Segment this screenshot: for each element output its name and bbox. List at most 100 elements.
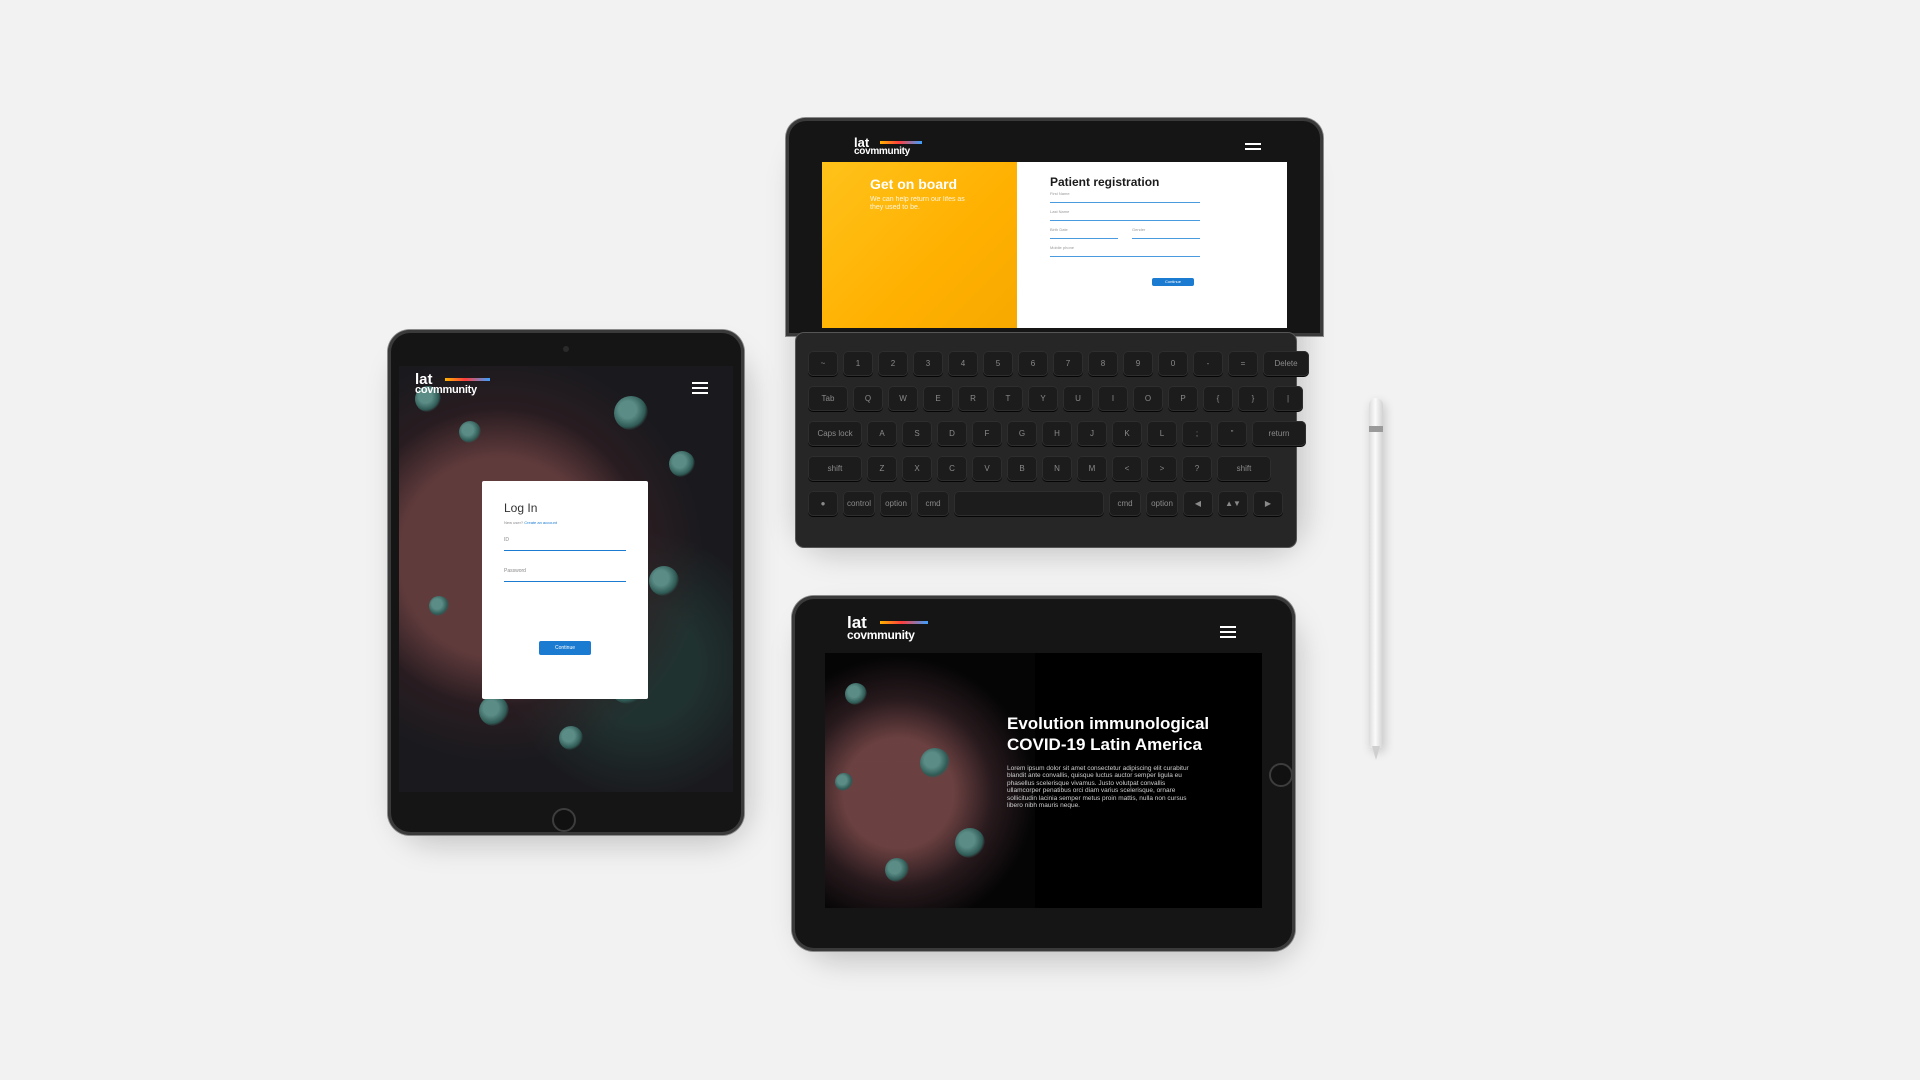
key[interactable]: L: [1147, 421, 1177, 446]
key[interactable]: T: [993, 386, 1023, 411]
hamburger-menu-icon[interactable]: [1245, 143, 1261, 153]
key[interactable]: shift: [1217, 456, 1271, 481]
key[interactable]: W: [888, 386, 918, 411]
key[interactable]: }: [1238, 386, 1268, 411]
key[interactable]: N: [1042, 456, 1072, 481]
key[interactable]: F: [972, 421, 1002, 446]
key[interactable]: Delete: [1263, 351, 1309, 376]
first-name-input[interactable]: First Name: [1050, 190, 1200, 203]
key[interactable]: Tab: [808, 386, 848, 411]
panel-heading: Get on board: [870, 176, 958, 192]
key[interactable]: 9: [1123, 351, 1153, 376]
key[interactable]: P: [1168, 386, 1198, 411]
key[interactable]: ": [1217, 421, 1247, 446]
key[interactable]: |: [1273, 386, 1303, 411]
key[interactable]: X: [902, 456, 932, 481]
key[interactable]: control: [843, 491, 875, 516]
key[interactable]: return: [1252, 421, 1306, 446]
home-button-icon: [1269, 763, 1293, 787]
key[interactable]: 7: [1053, 351, 1083, 376]
key[interactable]: shift: [808, 456, 862, 481]
key[interactable]: V: [972, 456, 1002, 481]
key[interactable]: 3: [913, 351, 943, 376]
key[interactable]: ▲▼: [1218, 491, 1248, 516]
key[interactable]: Q: [853, 386, 883, 411]
key[interactable]: {: [1203, 386, 1233, 411]
key[interactable]: 4: [948, 351, 978, 376]
panel-text: We can help return our lifes as they use…: [870, 196, 965, 211]
key[interactable]: R: [958, 386, 988, 411]
key[interactable]: K: [1112, 421, 1142, 446]
hero-title: Evolution immunological COVID-19 Latin Am…: [1007, 714, 1210, 754]
mobile-phone-input[interactable]: Mobile phone: [1050, 244, 1200, 257]
virus-spike: [429, 596, 449, 616]
gender-select[interactable]: Gender: [1132, 226, 1200, 239]
key[interactable]: Caps lock: [808, 421, 862, 446]
key[interactable]: I: [1098, 386, 1128, 411]
key[interactable]: ~: [808, 351, 838, 376]
key[interactable]: U: [1063, 386, 1093, 411]
login-tablet: Log In New user? Create an account ID Pa…: [388, 330, 744, 835]
camera: [563, 346, 569, 352]
key[interactable]: <: [1112, 456, 1142, 481]
key[interactable]: ▶: [1253, 491, 1283, 516]
key[interactable]: J: [1077, 421, 1107, 446]
id-input[interactable]: ID: [504, 537, 626, 551]
key[interactable]: G: [1007, 421, 1037, 446]
key[interactable]: S: [902, 421, 932, 446]
registration-continue-button[interactable]: Continue: [1152, 278, 1194, 286]
key[interactable]: cmd: [1109, 491, 1141, 516]
hamburger-menu-icon[interactable]: [692, 382, 708, 397]
last-name-input[interactable]: Last Name: [1050, 208, 1200, 221]
key[interactable]: 2: [878, 351, 908, 376]
logo: lat covmmunity: [415, 372, 490, 396]
logo: lat covmmunity: [854, 136, 922, 157]
key[interactable]: D: [937, 421, 967, 446]
key[interactable]: -: [1193, 351, 1223, 376]
key[interactable]: ?: [1182, 456, 1212, 481]
key[interactable]: 5: [983, 351, 1013, 376]
registration-screen: Get on board We can help return our life…: [822, 162, 1287, 328]
onboarding-panel: Get on board We can help return our life…: [822, 162, 1017, 328]
registration-title: Patient registration: [1050, 175, 1160, 189]
key[interactable]: option: [880, 491, 912, 516]
hamburger-menu-icon[interactable]: [1220, 626, 1236, 641]
registration-tablet: lat covmmunity Get on board We can help …: [786, 118, 1323, 336]
key[interactable]: M: [1077, 456, 1107, 481]
key[interactable]: option: [1146, 491, 1178, 516]
key[interactable]: ◀: [1183, 491, 1213, 516]
key[interactable]: B: [1007, 456, 1037, 481]
login-subtitle: New user? Create an account: [504, 520, 557, 525]
key[interactable]: 1: [843, 351, 873, 376]
key[interactable]: O: [1133, 386, 1163, 411]
keyboard: ~1 2 3 4 5 6 7 8 9 0- = Delete Tab Q W E R T Y U I O P{} | Cap…: [796, 333, 1309, 547]
login-title: Log In: [504, 501, 538, 515]
key[interactable]: 6: [1018, 351, 1048, 376]
hero-tablet: lat covmmunity Evolution immunological CO…: [792, 596, 1295, 951]
key[interactable]: ●: [808, 491, 838, 516]
stylus-pencil: [1369, 398, 1383, 760]
birth-date-input[interactable]: Birth Date: [1050, 226, 1118, 239]
key[interactable]: =: [1228, 351, 1258, 376]
virus-spike: [669, 451, 695, 477]
key[interactable]: 0: [1158, 351, 1188, 376]
continue-button[interactable]: Continue: [539, 641, 591, 655]
key[interactable]: >: [1147, 456, 1177, 481]
key[interactable]: [954, 491, 1104, 516]
keyboard-row-5: ● control option cmd cmd option ◀ ▲▼ ▶: [808, 491, 1283, 516]
key[interactable]: Y: [1028, 386, 1058, 411]
key[interactable]: ;: [1182, 421, 1212, 446]
virus-spike: [649, 566, 679, 596]
key[interactable]: cmd: [917, 491, 949, 516]
create-account-link[interactable]: Create an account: [524, 520, 557, 525]
virus-spike: [559, 726, 583, 750]
key[interactable]: Z: [867, 456, 897, 481]
key[interactable]: H: [1042, 421, 1072, 446]
keyboard-row-4: shift Z X C V B N M < >? shift: [808, 456, 1271, 481]
key[interactable]: E: [923, 386, 953, 411]
key[interactable]: 8: [1088, 351, 1118, 376]
key[interactable]: A: [867, 421, 897, 446]
key[interactable]: C: [937, 456, 967, 481]
password-input[interactable]: Password: [504, 568, 626, 582]
home-button-icon: [552, 808, 576, 832]
